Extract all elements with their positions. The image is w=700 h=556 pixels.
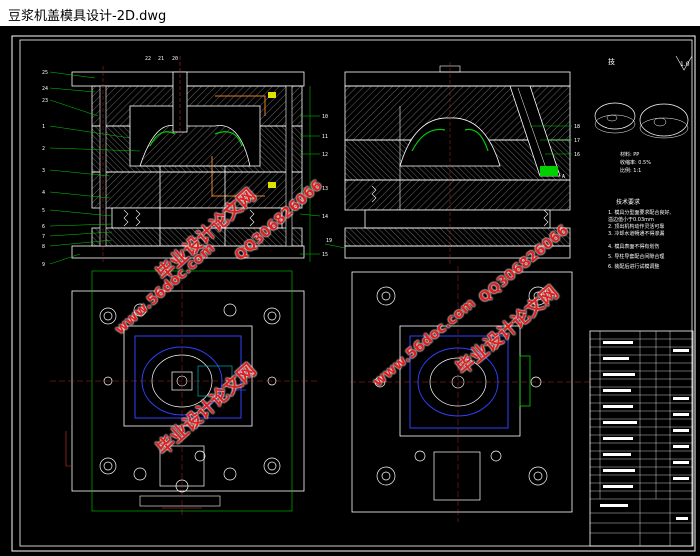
svg-text:2: 2 [42, 146, 45, 152]
cad-drawing-canvas[interactable]: 25 24 23 123 456 789 10 11 12 13 14 15 22 21 20 [0, 26, 700, 556]
svg-text:5: 5 [42, 208, 45, 214]
svg-text:比例: 1:1: 比例: 1:1 [620, 167, 641, 174]
svg-text:23: 23 [42, 98, 48, 104]
svg-text:17: 17 [574, 138, 580, 144]
bottom-plan-view-left [50, 266, 320, 516]
product-isometric: 技 1.0 材料: PP 收缩率: 0.5% 比例: 1:1 [594, 55, 693, 174]
svg-text:技: 技 [608, 57, 615, 66]
svg-text:12: 12 [322, 152, 328, 158]
svg-text:25: 25 [42, 70, 48, 76]
svg-text:24: 24 [42, 86, 48, 92]
svg-text:1. 模具分型面要求配合良好,: 1. 模具分型面要求配合良好, [608, 209, 671, 216]
svg-text:6: 6 [42, 224, 45, 230]
svg-text:溢边值小于0.03mm: 溢边值小于0.03mm [608, 216, 654, 223]
svg-text:A: A [562, 174, 565, 180]
technical-notes: 技术要求 1. 模具分型面要求配合良好, 溢边值小于0.03mm 2. 顶出机构… [608, 198, 671, 270]
svg-text:材料: PP: 材料: PP [620, 151, 639, 158]
svg-text:4. 模具表面不得有划伤: 4. 模具表面不得有划伤 [608, 243, 659, 250]
svg-text:2. 顶出机构动作灵活可靠: 2. 顶出机构动作灵活可靠 [608, 223, 664, 230]
svg-text:6. 装配后进行试模调整: 6. 装配后进行试模调整 [608, 263, 659, 270]
svg-text:8: 8 [42, 244, 45, 250]
svg-text:11: 11 [322, 134, 328, 140]
svg-text:21: 21 [158, 56, 164, 62]
cad-drawing: 252423 123 456 789 101112 131415 22 21 20 [11, 35, 696, 552]
svg-text:14: 14 [322, 214, 328, 220]
svg-text:10: 10 [322, 114, 328, 120]
svg-text:3. 冷却水道畅通不得渗漏: 3. 冷却水道畅通不得渗漏 [608, 230, 664, 237]
svg-text:收缩率: 0.5%: 收缩率: 0.5% [620, 159, 651, 166]
window-title: 豆浆机盖模具设计-2D.dwg [0, 0, 700, 26]
svg-text:4: 4 [42, 190, 45, 196]
svg-text:22: 22 [145, 56, 151, 62]
svg-text:技术要求: 技术要求 [616, 198, 640, 206]
svg-text:19: 19 [326, 238, 332, 244]
title-block [589, 330, 694, 547]
svg-text:18: 18 [574, 124, 580, 130]
svg-text:16: 16 [574, 152, 580, 158]
svg-text:15: 15 [322, 252, 328, 258]
svg-text:9: 9 [42, 262, 45, 268]
svg-text:20: 20 [172, 56, 178, 62]
svg-text:1: 1 [42, 124, 45, 130]
side-section-view: 18 17 16 19 A [324, 62, 580, 266]
svg-text:3: 3 [42, 168, 45, 174]
svg-text:7: 7 [42, 234, 45, 240]
svg-text:5. 导柱导套配合间隙合理: 5. 导柱导套配合间隙合理 [608, 253, 664, 260]
